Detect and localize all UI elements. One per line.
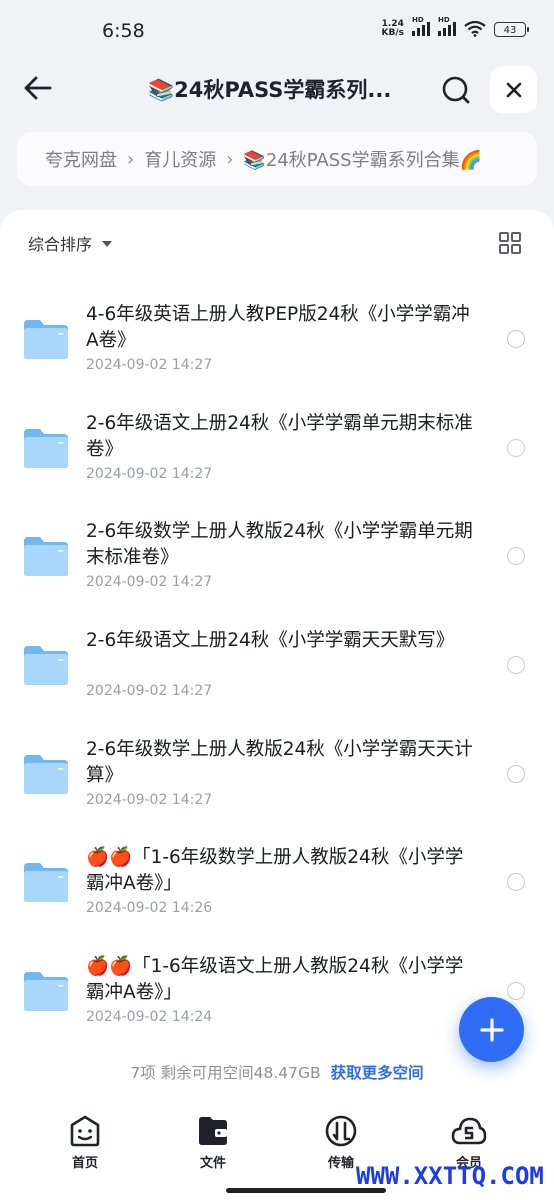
get-more-space-link[interactable]: 获取更多空间 [331, 1064, 424, 1082]
select-checkbox[interactable] [507, 764, 525, 783]
search-icon[interactable] [440, 74, 472, 106]
folder-icon [24, 863, 68, 903]
file-name: 2-6年级数学上册人教版24秋《小学学霸单元期末标准卷》 [86, 521, 473, 569]
file-date: 2024-09-02 14:27 [86, 357, 213, 373]
storage-summary-text: 7项 剩余可用空间48.47GB [130, 1064, 321, 1082]
file-name: 2-6年级数学上册人教版24秋《小学学霸天天计算》 [86, 738, 473, 786]
folder-icon [24, 320, 68, 359]
watermark: WWW.XXTTQ.COM [356, 1162, 544, 1190]
file-name: 4-6年级英语上册人教PEP版24秋《小学学霸冲A卷》 [86, 304, 470, 351]
status-time: 6:58 [102, 20, 145, 42]
signal-icon: HD [438, 16, 456, 36]
folder-icon [24, 646, 68, 686]
file-panel: 综合排序 4-6年级英语上册人教PEP版24秋《小学学霸冲A卷》 2024-09… [0, 210, 554, 1200]
home-face-icon [70, 1115, 100, 1147]
file-name: 🍎🍎「1-6年级数学上册人教版24秋《小学学霸冲A卷》」 [86, 847, 464, 895]
select-checkbox[interactable] [507, 656, 525, 675]
file-date: 2024-09-02 14:26 [86, 900, 213, 917]
nav-home[interactable]: 首页 [45, 1114, 125, 1171]
member-cloud-icon [451, 1117, 487, 1145]
status-bar: 6:58 1.24 KB/s HD HD 43 [0, 0, 554, 62]
status-indicators: 1.24 KB/s HD HD 43 [382, 16, 529, 38]
folder-icon [24, 428, 68, 468]
file-date: 2024-09-02 14:24 [86, 1009, 213, 1026]
wifi-icon [464, 21, 486, 37]
back-arrow-icon[interactable] [20, 70, 56, 106]
caret-down-icon [102, 241, 113, 247]
page-title: 📚24秋PASS学霸系列... [148, 78, 392, 102]
folder-icon [24, 537, 68, 577]
select-checkbox[interactable] [507, 330, 525, 348]
network-speed: 1.24 KB/s [382, 20, 404, 38]
folder-icon [24, 754, 68, 794]
top-header: 📚24秋PASS学霸系列... [0, 62, 554, 116]
file-list: 4-6年级英语上册人教PEP版24秋《小学学霸冲A卷》 2024-09-02 1… [0, 290, 554, 1051]
breadcrumb: 夸克网盘 › 育儿资源 › 📚24秋PASS学霸系列合集🌈 [17, 132, 537, 186]
grid-view-icon[interactable] [498, 231, 522, 255]
file-date: 2024-09-02 14:27 [86, 791, 213, 808]
nav-files[interactable]: 文件 [173, 1114, 253, 1171]
file-row[interactable]: 2-6年级数学上册人教版24秋《小学学霸天天计算》 2024-09-02 14:… [0, 725, 554, 834]
file-name: 2-6年级语文上册24秋《小学学霸天天默写》 [86, 630, 455, 652]
select-checkbox[interactable] [507, 873, 525, 892]
plus-icon [479, 1017, 504, 1042]
file-row[interactable]: 2-6年级语文上册24秋《小学学霸天天默写》 2024-09-02 14:27 [0, 616, 554, 725]
folder-wallet-icon [199, 1117, 227, 1145]
nav-home-label: 首页 [71, 1156, 98, 1171]
nav-files-label: 文件 [199, 1156, 226, 1171]
close-button[interactable] [490, 66, 537, 113]
file-row[interactable]: 🍎🍎「1-6年级数学上册人教版24秋《小学学霸冲A卷》」 2024-09-02 … [0, 833, 554, 942]
breadcrumb-separator: › [127, 148, 135, 170]
signal-icon: HD [412, 16, 430, 36]
file-row[interactable]: 2-6年级数学上册人教版24秋《小学学霸单元期末标准卷》 2024-09-02 … [0, 507, 554, 616]
breadcrumb-item-current: 📚24秋PASS学霸系列合集🌈 [243, 150, 483, 171]
sort-dropdown[interactable]: 综合排序 [28, 231, 113, 255]
app-screen: 6:58 1.24 KB/s HD HD 43 📚24秋PASS学霸系列... … [0, 0, 554, 1200]
file-row[interactable]: 4-6年级英语上册人教PEP版24秋《小学学霸冲A卷》 2024-09-02 1… [0, 290, 554, 399]
add-button[interactable] [459, 997, 524, 1062]
file-date: 2024-09-02 14:27 [86, 574, 213, 591]
network-speed-unit: KB/s [381, 28, 404, 38]
select-checkbox[interactable] [507, 438, 525, 457]
sort-label: 综合排序 [28, 235, 93, 254]
select-checkbox[interactable] [507, 982, 525, 1001]
file-name: 2-6年级语文上册24秋《小学学霸单元期末标准卷》 [86, 412, 473, 460]
close-icon [506, 82, 521, 97]
file-date: 2024-09-02 14:27 [86, 683, 213, 700]
breadcrumb-item-root[interactable]: 夸克网盘 [45, 146, 117, 172]
file-date: 2024-09-02 14:27 [86, 465, 213, 482]
storage-summary: 7项 剩余可用空间48.47GB 获取更多空间 [0, 1061, 554, 1083]
file-row[interactable]: 2-6年级语文上册24秋《小学学霸单元期末标准卷》 2024-09-02 14:… [0, 399, 554, 508]
transfer-icon [325, 1115, 357, 1147]
file-name: 🍎🍎「1-6年级语文上册人教版24秋《小学学霸冲A卷》」 [86, 956, 464, 1004]
battery-icon: 43 [494, 21, 529, 37]
hd-label: HD [412, 16, 424, 24]
folder-icon [24, 972, 68, 1012]
select-checkbox[interactable] [507, 547, 525, 566]
breadcrumb-item-parent[interactable]: 育儿资源 [144, 146, 216, 172]
breadcrumb-separator: › [226, 148, 234, 170]
hd-label: HD [438, 16, 450, 24]
